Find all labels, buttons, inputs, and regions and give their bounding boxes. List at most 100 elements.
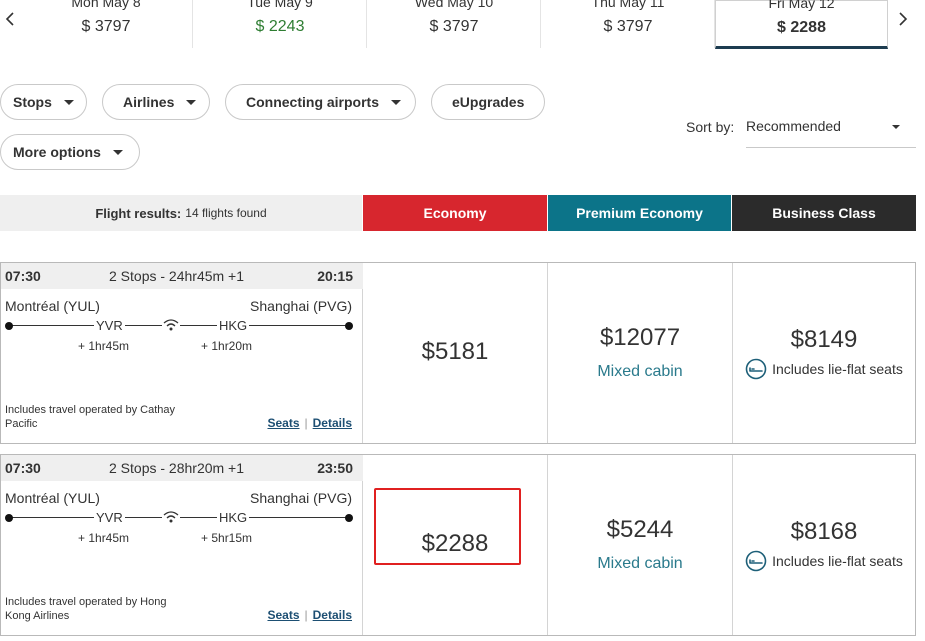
date-label: Mon May 8 bbox=[71, 0, 141, 10]
stops-filter-label: Stops bbox=[13, 94, 52, 110]
date-strip: Mon May 8 $ 3797 Tue May 9 $ 2243 Wed Ma… bbox=[0, 0, 925, 50]
more-options-button[interactable]: More options bbox=[0, 134, 140, 170]
flight-itinerary: 07:30 2 Stops - 28hr20m +1 23:50 Montréa… bbox=[1, 455, 363, 635]
economy-cabin-tab[interactable]: Economy bbox=[363, 195, 547, 231]
flight-links: Seats | Details bbox=[267, 608, 352, 622]
business-class-fare-button[interactable]: $8149 Includes lie-flat seats bbox=[732, 263, 915, 443]
layover-duration: + 5hr15m bbox=[201, 531, 253, 545]
route-line: YVR HKG bbox=[5, 509, 353, 525]
arrival-time: 20:15 bbox=[317, 268, 353, 284]
flight-results-count: 14 flights found bbox=[185, 206, 267, 220]
destination-dot-icon bbox=[345, 322, 353, 330]
business-class-cabin-tab[interactable]: Business Class bbox=[732, 195, 916, 231]
lie-flat-seat-icon bbox=[745, 550, 767, 572]
business-class-fare-button[interactable]: $8168 Includes lie-flat seats bbox=[732, 455, 915, 635]
lie-flat-seats-note: Includes lie-flat seats bbox=[733, 550, 915, 572]
premium-economy-fare-button[interactable]: $5244 Mixed cabin bbox=[547, 455, 732, 635]
more-options-label: More options bbox=[13, 144, 101, 160]
flight-results-header: Flight results: 14 flights found bbox=[0, 195, 362, 231]
flight-card: 07:30 2 Stops - 24hr45m +1 20:15 Montréa… bbox=[0, 262, 916, 444]
next-dates-button[interactable] bbox=[893, 4, 913, 34]
stopover-airport: HKG bbox=[217, 318, 250, 333]
date-price: $ 3797 bbox=[429, 18, 479, 35]
mixed-cabin-note: Mixed cabin bbox=[597, 555, 683, 572]
date-option-thu-may-11[interactable]: Thu May 11 $ 3797 bbox=[542, 0, 715, 48]
details-link[interactable]: Details bbox=[313, 608, 352, 622]
stopover-airport: YVR bbox=[94, 510, 125, 525]
premium-economy-fare-button[interactable]: $12077 Mixed cabin bbox=[547, 263, 732, 443]
stops-duration: 2 Stops - 24hr45m +1 bbox=[109, 268, 245, 284]
economy-price: $5181 bbox=[421, 338, 489, 365]
previous-dates-button[interactable] bbox=[0, 4, 20, 34]
destination-airport: Shanghai (PVG) bbox=[250, 298, 352, 314]
stopover-airport: YVR bbox=[94, 318, 125, 333]
caret-down-icon bbox=[186, 99, 197, 105]
origin-dot-icon bbox=[5, 322, 13, 330]
date-option-mon-may-8[interactable]: Mon May 8 $ 3797 bbox=[20, 0, 193, 48]
chevron-left-icon bbox=[5, 12, 14, 26]
layover-duration: + 1hr45m bbox=[78, 531, 130, 545]
eupgrades-filter-label: eUpgrades bbox=[452, 94, 525, 110]
economy-fare-button[interactable]: $2288 bbox=[363, 455, 547, 635]
date-option-fri-may-12-selected[interactable]: Fri May 12 $ 2288 bbox=[715, 0, 888, 49]
flight-itinerary: 07:30 2 Stops - 24hr45m +1 20:15 Montréa… bbox=[1, 263, 363, 443]
mixed-cabin-note: Mixed cabin bbox=[597, 363, 683, 380]
departure-time: 07:30 bbox=[5, 268, 41, 284]
caret-down-icon bbox=[892, 125, 900, 129]
premium-economy-cabin-tab[interactable]: Premium Economy bbox=[548, 195, 731, 231]
link-separator: | bbox=[304, 416, 308, 430]
stops-duration: 2 Stops - 28hr20m +1 bbox=[109, 460, 245, 476]
destination-airport: Shanghai (PVG) bbox=[250, 490, 352, 506]
lie-flat-seats-note: Includes lie-flat seats bbox=[733, 358, 915, 380]
departure-time: 07:30 bbox=[5, 460, 41, 476]
details-link[interactable]: Details bbox=[313, 416, 352, 430]
caret-down-icon bbox=[391, 99, 402, 105]
flight-links: Seats | Details bbox=[267, 416, 352, 430]
operated-by-note: Includes travel operated by Cathay Pacif… bbox=[5, 404, 175, 430]
stopover-airport: HKG bbox=[217, 510, 250, 525]
premium-economy-price: $5244 bbox=[606, 516, 674, 543]
date-label: Fri May 12 bbox=[768, 0, 835, 11]
date-option-tue-may-9[interactable]: Tue May 9 $ 2243 bbox=[194, 0, 367, 48]
economy-fare-button[interactable]: $5181 bbox=[363, 263, 547, 443]
origin-airport: Montréal (YUL) bbox=[5, 490, 100, 506]
eupgrades-filter-button[interactable]: eUpgrades bbox=[431, 84, 545, 120]
route-line: YVR HKG bbox=[5, 317, 353, 333]
connecting-airports-filter-label: Connecting airports bbox=[246, 94, 380, 110]
date-price-lowest: $ 2243 bbox=[255, 18, 305, 35]
economy-price: $2288 bbox=[421, 530, 489, 557]
layover-duration: + 1hr45m bbox=[78, 339, 130, 353]
premium-economy-price: $12077 bbox=[599, 324, 681, 351]
date-price: $ 2288 bbox=[777, 19, 826, 36]
seats-link[interactable]: Seats bbox=[267, 416, 299, 430]
flight-summary-bar: 07:30 2 Stops - 24hr45m +1 20:15 bbox=[1, 263, 363, 289]
origin-dot-icon bbox=[5, 514, 13, 522]
sort-by-value: Recommended bbox=[746, 118, 841, 134]
date-label: Wed May 10 bbox=[414, 0, 494, 10]
origin-airport: Montréal (YUL) bbox=[5, 298, 100, 314]
chevron-right-icon bbox=[899, 12, 908, 26]
connecting-airports-filter-button[interactable]: Connecting airports bbox=[225, 84, 416, 120]
stops-filter-button[interactable]: Stops bbox=[0, 84, 87, 120]
wifi-icon bbox=[162, 509, 180, 525]
business-class-price: $8168 bbox=[790, 518, 858, 545]
layover-duration: + 1hr20m bbox=[201, 339, 253, 353]
link-separator: | bbox=[304, 608, 308, 622]
operated-by-note: Includes travel operated by Hong Kong Ai… bbox=[5, 596, 167, 622]
lie-flat-seat-icon bbox=[745, 358, 767, 380]
sort-by-select[interactable]: Recommended bbox=[746, 112, 916, 148]
date-label: Tue May 9 bbox=[247, 0, 313, 10]
date-label: Thu May 11 bbox=[591, 0, 665, 10]
airlines-filter-button[interactable]: Airlines bbox=[102, 84, 210, 120]
caret-down-icon bbox=[63, 99, 74, 105]
flight-summary-bar: 07:30 2 Stops - 28hr20m +1 23:50 bbox=[1, 455, 363, 481]
caret-down-icon bbox=[112, 149, 123, 155]
lie-flat-seats-label: Includes lie-flat seats bbox=[772, 361, 903, 377]
date-price: $ 3797 bbox=[603, 18, 653, 35]
airlines-filter-label: Airlines bbox=[123, 94, 175, 110]
date-option-wed-may-10[interactable]: Wed May 10 $ 3797 bbox=[368, 0, 541, 48]
sort-by-label: Sort by: bbox=[686, 119, 735, 135]
flight-results-title: Flight results: bbox=[95, 205, 182, 221]
seats-link[interactable]: Seats bbox=[267, 608, 299, 622]
business-class-price: $8149 bbox=[790, 326, 858, 353]
